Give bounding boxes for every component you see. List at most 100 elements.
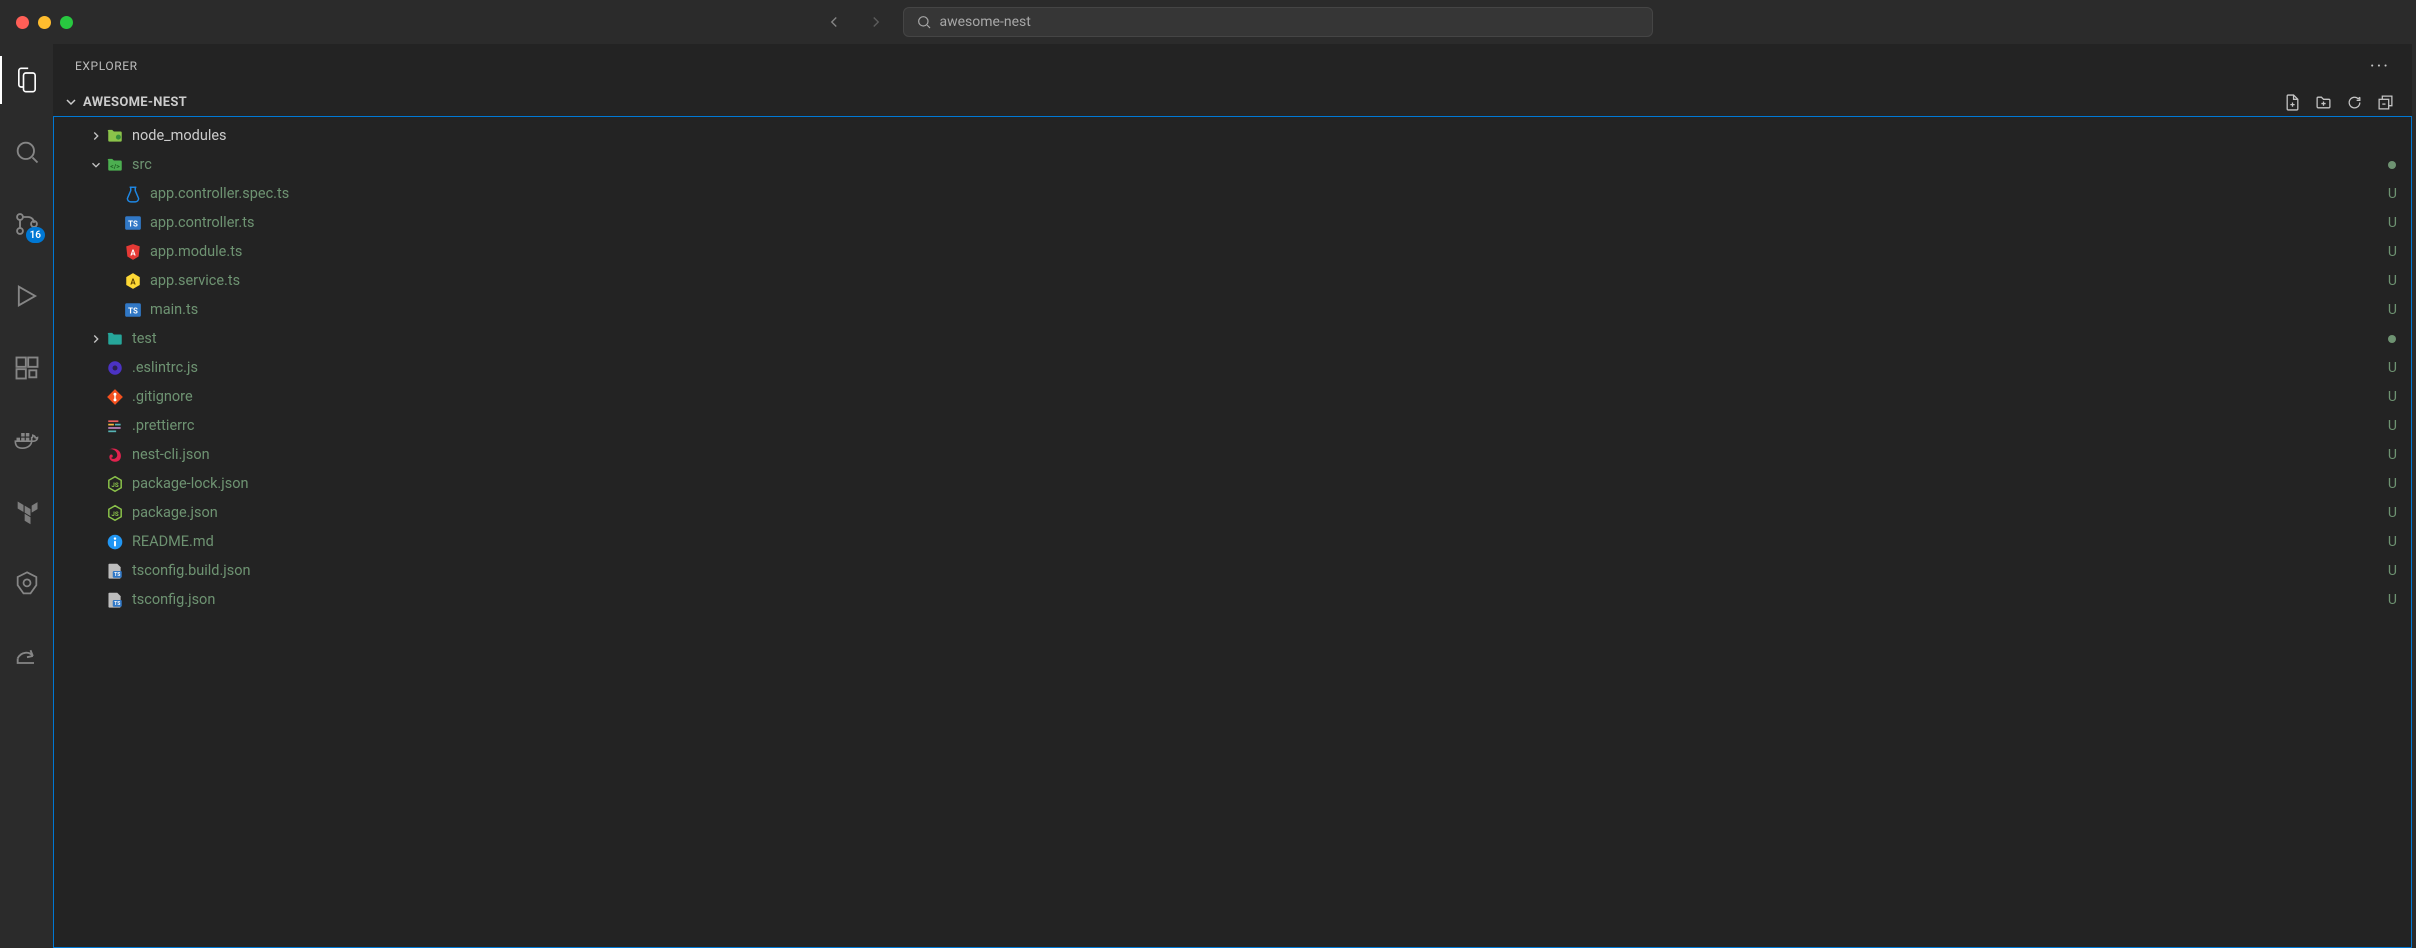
tree-item-label: test	[132, 330, 2388, 347]
nav-back-button[interactable]	[825, 13, 843, 31]
git-status-badge: U	[2388, 360, 2397, 376]
ts-icon: TS	[124, 214, 142, 232]
tsconfig-icon: TS	[106, 591, 124, 609]
tree-item-label: tsconfig.json	[132, 591, 2388, 608]
folder-src-icon: </>	[106, 156, 124, 174]
twisty-spacer	[106, 273, 122, 289]
file-row[interactable]: TStsconfig.build.jsonU	[54, 556, 2411, 585]
folder-row[interactable]: </>src	[54, 150, 2411, 179]
node-icon: JS	[106, 475, 124, 493]
twisty-spacer	[88, 418, 104, 434]
svg-text:TS: TS	[114, 572, 120, 578]
tree-item-label: README.md	[132, 533, 2388, 550]
activity-docker[interactable]	[0, 416, 53, 464]
svg-text:A: A	[130, 248, 136, 257]
svg-text:JS: JS	[111, 509, 118, 517]
new-file-button[interactable]	[2284, 94, 2301, 111]
tree-item-label: nest-cli.json	[132, 446, 2388, 463]
search-text: awesome-nest	[940, 14, 1031, 30]
chevron-right-icon	[88, 128, 104, 144]
node-icon: JS	[106, 504, 124, 522]
svg-text:A: A	[130, 277, 136, 286]
search-icon	[916, 14, 932, 30]
file-row[interactable]: .gitignoreU	[54, 382, 2411, 411]
tree-item-label: .prettierrc	[132, 417, 2388, 434]
tree-item-label: app.controller.spec.ts	[150, 185, 2388, 202]
file-row[interactable]: TS tsconfig.jsonU	[54, 585, 2411, 614]
file-row[interactable]: nest-cli.jsonU	[54, 440, 2411, 469]
activity-terraform[interactable]	[0, 488, 53, 536]
chevron-down-icon	[88, 157, 104, 173]
git-status-badge: U	[2388, 447, 2397, 463]
twisty-spacer	[106, 186, 122, 202]
window-controls	[16, 16, 73, 29]
activity-explorer[interactable]	[0, 56, 53, 104]
file-row[interactable]: JSpackage.jsonU	[54, 498, 2411, 527]
activity-search[interactable]	[0, 128, 53, 176]
chevron-right-icon	[88, 331, 104, 347]
twisty-spacer	[88, 534, 104, 550]
git-status-badge: U	[2388, 244, 2397, 260]
eslint-icon	[106, 359, 124, 377]
activity-kubernetes[interactable]	[0, 560, 53, 608]
git-icon	[106, 388, 124, 406]
file-row[interactable]: TSapp.controller.tsU	[54, 208, 2411, 237]
tree-item-label: main.ts	[150, 301, 2388, 318]
prettier-icon	[106, 417, 124, 435]
maximize-window-button[interactable]	[60, 16, 73, 29]
new-folder-button[interactable]	[2315, 94, 2332, 111]
twisty-spacer	[88, 476, 104, 492]
activity-source-control[interactable]: 16	[0, 200, 53, 248]
git-status-badge: U	[2388, 505, 2397, 521]
git-status-badge: U	[2388, 592, 2397, 608]
activity-share[interactable]	[0, 632, 53, 680]
git-status-badge: U	[2388, 418, 2397, 434]
chevron-down-icon	[63, 94, 79, 110]
command-center-search[interactable]: awesome-nest	[903, 7, 1653, 37]
minimize-window-button[interactable]	[38, 16, 51, 29]
file-row[interactable]: Aapp.service.tsU	[54, 266, 2411, 295]
nest-icon	[106, 446, 124, 464]
file-tree[interactable]: node_modules</>srcapp.controller.spec.ts…	[53, 116, 2412, 948]
tree-item-label: app.controller.ts	[150, 214, 2388, 231]
folder-node-icon	[106, 127, 124, 145]
git-status-badge: U	[2388, 186, 2397, 202]
svg-text:TS: TS	[128, 219, 138, 228]
tree-item-label: app.service.ts	[150, 272, 2388, 289]
project-header[interactable]: AWESOME-NEST	[53, 88, 2412, 116]
folder-row[interactable]: node_modules	[54, 121, 2411, 150]
folder-test-icon	[106, 330, 124, 348]
ts-icon: TS	[124, 301, 142, 319]
twisty-spacer	[88, 505, 104, 521]
folder-row[interactable]: test	[54, 324, 2411, 353]
nav-forward-button[interactable]	[867, 13, 885, 31]
collapse-all-button[interactable]	[2377, 94, 2394, 111]
explorer-header: EXPLORER ···	[53, 44, 2412, 88]
git-status-dot	[2388, 335, 2396, 343]
titlebar: awesome-nest	[0, 0, 2416, 44]
explorer-more-button[interactable]: ···	[2370, 56, 2390, 77]
git-status-badge: U	[2388, 563, 2397, 579]
activity-run-debug[interactable]	[0, 272, 53, 320]
right-strip	[2412, 44, 2416, 948]
file-row[interactable]: README.mdU	[54, 527, 2411, 556]
close-window-button[interactable]	[16, 16, 29, 29]
tree-item-label: .eslintrc.js	[132, 359, 2388, 376]
file-row[interactable]: Aapp.module.tsU	[54, 237, 2411, 266]
refresh-button[interactable]	[2346, 94, 2363, 111]
file-row[interactable]: .prettierrcU	[54, 411, 2411, 440]
svg-text:TS: TS	[114, 601, 120, 607]
file-row[interactable]: app.controller.spec.tsU	[54, 179, 2411, 208]
ts-test-icon	[124, 185, 142, 203]
file-row[interactable]: .eslintrc.jsU	[54, 353, 2411, 382]
angular-icon: A	[124, 243, 142, 261]
scm-badge: 16	[26, 227, 45, 243]
activity-extensions[interactable]	[0, 344, 53, 392]
twisty-spacer	[88, 360, 104, 376]
twisty-spacer	[106, 244, 122, 260]
file-row[interactable]: JSpackage-lock.jsonU	[54, 469, 2411, 498]
activity-bar: 16	[0, 44, 53, 948]
file-row[interactable]: TS main.tsU	[54, 295, 2411, 324]
tree-item-label: .gitignore	[132, 388, 2388, 405]
git-status-badge: U	[2388, 302, 2397, 318]
